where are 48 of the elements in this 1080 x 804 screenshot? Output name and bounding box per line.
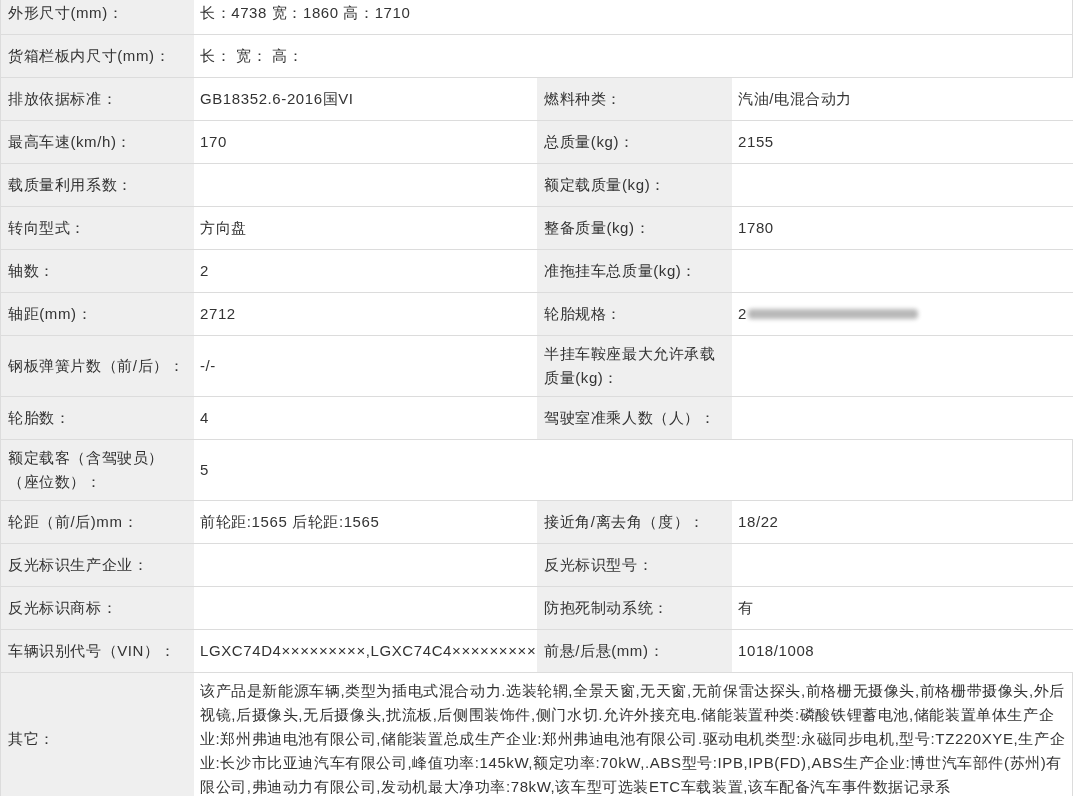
field-label: 反光标识生产企业：	[8, 555, 149, 575]
field-label: 反光标识商标：	[8, 598, 118, 618]
field-value: 有	[738, 598, 754, 618]
field-label: 前悬/后悬(mm)：	[544, 641, 665, 661]
field-value: 长：4738 宽：1860 高：1710	[200, 3, 411, 23]
field-value: 该产品是新能源车辆,类型为插电式混合动力.选装轮辋,全景天窗,无天窗,无前保雷达探头,前格栅无摄像头,前格栅带摄像头,外后视镜,后摄像头,无后摄像头,扰流板,后侧围装饰件,侧门水切.允许外接充电.储能装置种类:磷酸铁锂蓄电池,储能装置单体生产企业:郑州弗迪电池有限公司,储能装置总成生产企业:郑州弗迪电池有限公司.驱动电机类型:永磁同步电机,型号:TZ220XYE,生产企业:长沙市比亚迪汽车有限公司,峰值功率:145kW,额定功率:70kW,.ABS型号:IPB,IPB(FD),ABS生产企业:博世汽车部件(苏州)有限公司,弗迪动力有限公司,发动机最大净功率:78kW,该车型可选装ETC车载装置,该车配备汽车事件数据记录系	[200, 681, 1066, 796]
field-value: 18/22	[738, 512, 779, 532]
field-label: 轮距（前/后)mm：	[8, 512, 139, 532]
field-value: 2712	[200, 304, 236, 324]
field-value: 长： 宽： 高：	[200, 46, 304, 66]
field-label: 额定载质量(kg)：	[544, 175, 666, 195]
field-label: 防抱死制动系统：	[544, 598, 669, 618]
field-label: 接近角/离去角（度）：	[544, 512, 705, 532]
field-label: 准拖挂车总质量(kg)：	[544, 261, 698, 281]
field-value: 前轮距:1565 后轮距:1565	[200, 512, 380, 532]
field-label: 排放依据标准：	[8, 89, 118, 109]
field-label: 驾驶室准乘人数（人）：	[544, 408, 716, 428]
field-label: 额定载客（含驾驶员）（座位数）：	[8, 448, 165, 492]
field-value: -/-	[200, 356, 216, 376]
field-value: 2	[200, 261, 209, 281]
field-label: 总质量(kg)：	[544, 132, 635, 152]
field-label: 半挂车鞍座最大允许承载质量(kg)：	[544, 344, 717, 388]
field-value: 汽油/电混合动力	[738, 89, 852, 109]
field-label: 轴数：	[8, 261, 55, 281]
field-value: 1780	[738, 218, 774, 238]
field-label: 转向型式：	[8, 218, 86, 238]
field-value: 方向盘	[200, 218, 247, 238]
field-value: 5	[200, 460, 209, 480]
field-label: 其它：	[8, 729, 55, 749]
field-label: 最高车速(km/h)：	[8, 132, 133, 152]
field-value: 2155	[738, 132, 774, 152]
field-label: 载质量利用系数：	[8, 175, 133, 195]
field-label: 整备质量(kg)：	[544, 218, 651, 238]
field-value: GB18352.6-2016国VI	[200, 89, 354, 109]
field-label: 反光标识型号：	[544, 555, 654, 575]
field-label: 货箱栏板内尺寸(mm)：	[8, 46, 171, 66]
field-value: LGXC74D4×××××××××,LGXC74C4×××××××××	[200, 641, 537, 661]
field-label: 轮胎数：	[8, 408, 71, 428]
field-label: 轴距(mm)：	[8, 304, 93, 324]
field-value: 2	[738, 304, 747, 324]
field-value: 4	[200, 408, 209, 428]
field-value: 170	[200, 132, 227, 152]
field-label: 钢板弹簧片数（前/后）：	[8, 356, 185, 376]
field-label: 燃料种类：	[544, 89, 622, 109]
field-label: 车辆识别代号（VIN）：	[8, 641, 176, 661]
field-value: 1018/1008	[738, 641, 815, 661]
field-label: 外形尺寸(mm)：	[8, 3, 124, 23]
field-label: 轮胎规格：	[544, 304, 622, 324]
